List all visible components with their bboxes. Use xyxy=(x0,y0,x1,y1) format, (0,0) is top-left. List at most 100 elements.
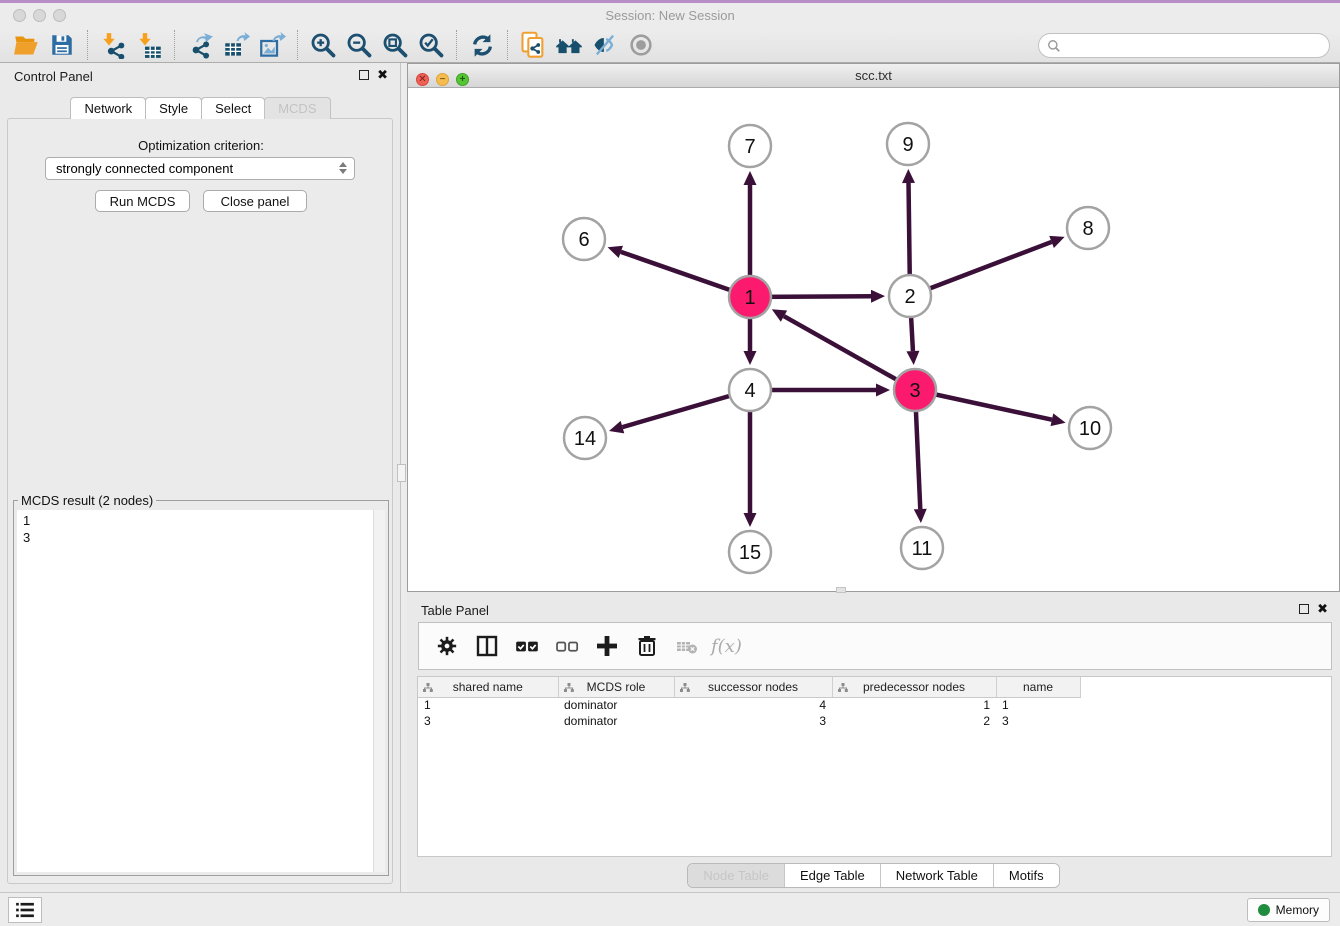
select-stepper-icon xyxy=(339,162,347,174)
network-resize-grip[interactable] xyxy=(836,587,846,593)
graph-edge-2-8[interactable] xyxy=(910,242,1052,296)
import-table-icon[interactable] xyxy=(131,28,167,62)
graph-node-label: 15 xyxy=(739,542,761,564)
delete-column-icon[interactable] xyxy=(629,628,665,664)
show-eye-icon-disabled xyxy=(623,28,659,62)
graph-edge-3-1[interactable] xyxy=(784,316,915,390)
float-table-panel-icon[interactable] xyxy=(1299,604,1309,614)
mcds-result-lines: 13 xyxy=(17,510,385,548)
window-minimize-button[interactable] xyxy=(33,9,46,22)
clone-network-icon[interactable] xyxy=(515,28,551,62)
show-columns-icon[interactable] xyxy=(469,628,505,664)
network-close-icon[interactable]: ✕ xyxy=(416,73,429,86)
zoom-out-icon[interactable] xyxy=(341,28,377,62)
export-image-icon[interactable] xyxy=(254,28,290,62)
table-toolbar: f(x) xyxy=(418,622,1332,670)
table-cell[interactable]: 1 xyxy=(832,697,996,713)
window-close-button[interactable] xyxy=(13,9,26,22)
table-row[interactable]: 1dominator411 xyxy=(418,697,1080,713)
table-row[interactable]: 3dominator323 xyxy=(418,713,1080,729)
table-panel-title: Table Panel xyxy=(421,603,489,618)
run-mcds-button[interactable]: Run MCDS xyxy=(95,190,190,212)
table-settings-gear-icon[interactable] xyxy=(429,628,465,664)
task-history-button[interactable] xyxy=(8,897,42,923)
table-cell[interactable]: 3 xyxy=(674,713,832,729)
column-header-successor-nodes[interactable]: successor nodes xyxy=(674,677,832,697)
tab-edge-table[interactable]: Edge Table xyxy=(785,864,881,887)
close-panel-button[interactable]: Close panel xyxy=(203,190,307,212)
memory-status-icon xyxy=(1258,904,1270,916)
tab-select[interactable]: Select xyxy=(201,97,265,119)
save-session-icon[interactable] xyxy=(44,28,80,62)
toolbar-separator xyxy=(87,30,88,60)
deselect-all-icon[interactable] xyxy=(549,628,585,664)
graph-edge-arrow-icon xyxy=(744,171,757,185)
export-table-icon[interactable] xyxy=(218,28,254,62)
table-cell[interactable]: 2 xyxy=(832,713,996,729)
hide-show-icon[interactable] xyxy=(587,28,623,62)
tab-style[interactable]: Style xyxy=(145,97,202,119)
mcds-result-title: MCDS result (2 nodes) xyxy=(18,493,156,508)
export-network-icon[interactable] xyxy=(182,28,218,62)
mcds-panel: Optimization criterion: strongly connect… xyxy=(7,118,393,884)
table-cell[interactable]: dominator xyxy=(558,697,674,713)
search-input[interactable] xyxy=(1066,38,1329,53)
graph-node-label: 14 xyxy=(574,428,596,450)
criterion-select[interactable]: strongly connected component xyxy=(45,157,355,180)
table-cell[interactable]: 3 xyxy=(996,713,1080,729)
result-scrollbar[interactable] xyxy=(373,510,385,872)
network-minimize-icon[interactable]: − xyxy=(436,73,449,86)
close-panel-icon[interactable]: ✖ xyxy=(377,69,388,81)
window-zoom-button[interactable] xyxy=(53,9,66,22)
delete-table-icon-disabled xyxy=(669,628,705,664)
tab-node-table[interactable]: Node Table xyxy=(688,864,785,887)
close-table-panel-icon[interactable]: ✖ xyxy=(1317,603,1328,615)
zoom-in-icon[interactable] xyxy=(305,28,341,62)
column-header-mcds-role[interactable]: MCDS role xyxy=(558,677,674,697)
open-session-icon[interactable] xyxy=(8,28,44,62)
zoom-fit-icon[interactable] xyxy=(377,28,413,62)
float-panel-icon[interactable] xyxy=(359,70,369,80)
import-network-icon[interactable] xyxy=(95,28,131,62)
tab-mcds[interactable]: MCDS xyxy=(264,97,330,119)
network-window: ✕−+ scc.txt 7968124314101511 xyxy=(407,63,1340,592)
select-all-icon[interactable] xyxy=(509,628,545,664)
column-header-predecessor-nodes[interactable]: predecessor nodes xyxy=(832,677,996,697)
graph-edge-arrow-icon xyxy=(609,421,624,433)
graph-node-label: 2 xyxy=(904,286,915,308)
graph-node-label: 7 xyxy=(744,136,755,158)
table-cell[interactable]: 3 xyxy=(418,713,558,729)
tab-network-table[interactable]: Network Table xyxy=(881,864,994,887)
memory-button[interactable]: Memory xyxy=(1247,898,1330,922)
table-cell[interactable]: 4 xyxy=(674,697,832,713)
network-canvas[interactable]: 7968124314101511 xyxy=(408,88,1339,591)
graph-edge-arrow-icon xyxy=(914,509,927,523)
graph-node-label: 8 xyxy=(1082,218,1093,240)
optimization-criterion-label: Optimization criterion: xyxy=(8,138,394,153)
table-cell[interactable]: 1 xyxy=(996,697,1080,713)
toolbar-separator xyxy=(174,30,175,60)
table-cell[interactable]: dominator xyxy=(558,713,674,729)
tab-motifs[interactable]: Motifs xyxy=(994,864,1059,887)
column-header-shared-name[interactable]: shared name xyxy=(418,677,558,697)
function-builder-icon-disabled: f(x) xyxy=(711,636,742,657)
search-icon xyxy=(1047,39,1061,53)
tab-network[interactable]: Network xyxy=(70,97,146,119)
network-window-titlebar[interactable]: ✕−+ scc.txt xyxy=(408,64,1339,88)
graph-edge-arrow-icon xyxy=(871,290,885,303)
memory-label: Memory xyxy=(1276,903,1319,917)
table-cell[interactable]: 1 xyxy=(418,697,558,713)
splitter-grip[interactable] xyxy=(397,464,406,482)
search-field[interactable] xyxy=(1038,33,1330,58)
hierarchy-icon xyxy=(423,682,433,696)
create-column-icon[interactable] xyxy=(589,628,625,664)
graph-node-label: 3 xyxy=(909,380,920,402)
home-icon[interactable] xyxy=(551,28,587,62)
mcds-result-textarea[interactable]: 13 xyxy=(17,510,385,872)
column-header-name[interactable]: name xyxy=(996,677,1080,697)
zoom-selected-icon[interactable] xyxy=(413,28,449,62)
network-maximize-icon[interactable]: + xyxy=(456,73,469,86)
apply-layout-icon[interactable] xyxy=(464,28,500,62)
vertical-splitter[interactable] xyxy=(400,63,407,892)
control-panel: Control Panel ✖ Network Style Select MCD… xyxy=(0,63,400,892)
